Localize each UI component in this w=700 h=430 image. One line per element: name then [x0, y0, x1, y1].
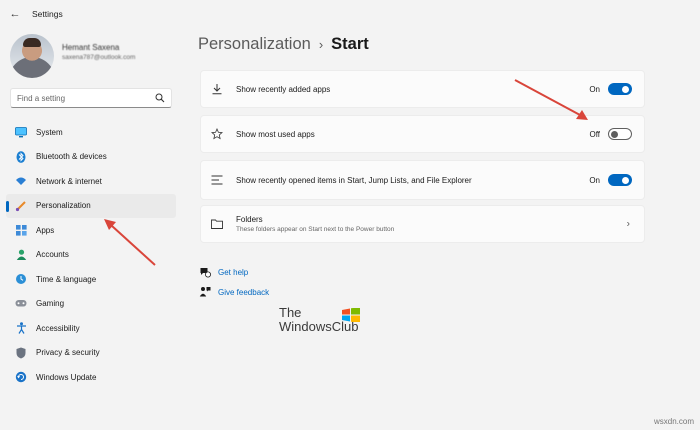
- sidebar-item-personalization[interactable]: Personalization: [6, 193, 176, 218]
- windows-logo-icon: [342, 308, 360, 322]
- avatar: [10, 34, 54, 78]
- sidebar-item-label: Privacy & security: [36, 348, 100, 358]
- back-arrow-icon: ←: [9, 8, 21, 20]
- folders-label: Folders: [236, 215, 263, 224]
- app-title: Settings: [32, 9, 63, 19]
- title-bar: ← Settings: [0, 0, 700, 28]
- sidebar-item-label: Accessibility: [36, 323, 80, 333]
- toggle-state-label: On: [589, 84, 600, 94]
- list-icon: [210, 173, 224, 187]
- thewindowsclub-logo: The WindowsClub: [279, 305, 360, 334]
- toggle-state-label: On: [589, 175, 600, 185]
- profile-name: Hemant Saxena: [62, 43, 120, 52]
- setting-row-recently-opened: Show recently opened items in Start, Jum…: [200, 160, 645, 200]
- help-icon: [198, 265, 212, 279]
- shield-icon: [14, 346, 28, 360]
- sidebar-item-label: Apps: [36, 225, 55, 235]
- update-icon: [14, 370, 28, 384]
- sidebar-item-accessibility[interactable]: Accessibility: [6, 316, 176, 341]
- accessibility-icon: [14, 321, 28, 335]
- brush-icon: [14, 199, 28, 213]
- page-title: Start: [331, 35, 369, 53]
- sidebar-item-accounts[interactable]: Accounts: [6, 243, 176, 268]
- sidebar-item-label: Bluetooth & devices: [36, 152, 107, 162]
- recently-added-toggle[interactable]: [608, 83, 632, 95]
- profile-email: saxena787@outlook.com: [62, 54, 136, 61]
- sidebar-item-label: Gaming: [36, 299, 65, 309]
- wifi-icon: [14, 174, 28, 188]
- sidebar-item-bluetooth[interactable]: Bluetooth & devices: [6, 145, 176, 170]
- toggle-state-label: Off: [589, 129, 600, 139]
- setting-row-most-used: Show most used apps Off: [200, 115, 645, 153]
- setting-label: Show recently added apps: [236, 84, 331, 94]
- sidebar-item-network[interactable]: Network & internet: [6, 169, 176, 194]
- breadcrumb-parent[interactable]: Personalization: [198, 35, 311, 54]
- get-help-link[interactable]: Get help: [218, 268, 248, 277]
- give-feedback-link[interactable]: Give feedback: [218, 288, 269, 297]
- folders-description: These folders appear on Start next to th…: [236, 226, 395, 233]
- bluetooth-icon: [14, 150, 28, 164]
- download-icon: [210, 82, 224, 96]
- person-icon: [14, 248, 28, 262]
- sidebar-item-label: Personalization: [36, 201, 91, 211]
- sidebar: Hemant Saxena saxena787@outlook.com Syst…: [0, 28, 185, 430]
- star-icon: [210, 127, 224, 141]
- chevron-right-icon: ›: [626, 218, 630, 230]
- sidebar-item-label: Accounts: [36, 250, 69, 260]
- breadcrumb: Personalization › Start: [198, 35, 369, 54]
- user-profile[interactable]: Hemant Saxena saxena787@outlook.com: [10, 34, 135, 78]
- back-button[interactable]: ←: [2, 0, 28, 28]
- setting-label: Show most used apps: [236, 129, 315, 139]
- search-input[interactable]: [17, 93, 155, 103]
- setting-label: Show recently opened items in Start, Jum…: [236, 175, 472, 185]
- sidebar-item-apps[interactable]: Apps: [6, 218, 176, 243]
- search-box[interactable]: [10, 88, 172, 108]
- feedback-icon: [198, 285, 212, 299]
- sidebar-item-label: Windows Update: [36, 372, 97, 382]
- apps-icon: [14, 223, 28, 237]
- watermark: wsxdn.com: [653, 417, 694, 426]
- sidebar-item-label: Network & internet: [36, 176, 102, 186]
- sidebar-nav: System Bluetooth & devices Network & int…: [6, 120, 176, 390]
- gamepad-icon: [14, 297, 28, 311]
- folders-row[interactable]: Folders These folders appear on Start ne…: [200, 205, 645, 243]
- recently-opened-toggle[interactable]: [608, 174, 632, 186]
- folder-icon: [210, 217, 224, 231]
- sidebar-item-system[interactable]: System: [6, 120, 176, 145]
- most-used-toggle[interactable]: [608, 128, 632, 140]
- breadcrumb-separator: ›: [318, 37, 324, 52]
- monitor-icon: [14, 125, 28, 139]
- sidebar-item-label: System: [36, 127, 63, 137]
- sidebar-item-privacy-security[interactable]: Privacy & security: [6, 341, 176, 366]
- help-links: Get help Give feedback: [198, 262, 269, 302]
- globe-clock-icon: [14, 272, 28, 286]
- sidebar-item-time-language[interactable]: Time & language: [6, 267, 176, 292]
- sidebar-item-label: Time & language: [36, 274, 97, 284]
- setting-row-recently-added: Show recently added apps On: [200, 70, 645, 108]
- search-icon[interactable]: [155, 93, 165, 103]
- sidebar-item-windows-update[interactable]: Windows Update: [6, 365, 176, 390]
- sidebar-item-gaming[interactable]: Gaming: [6, 292, 176, 317]
